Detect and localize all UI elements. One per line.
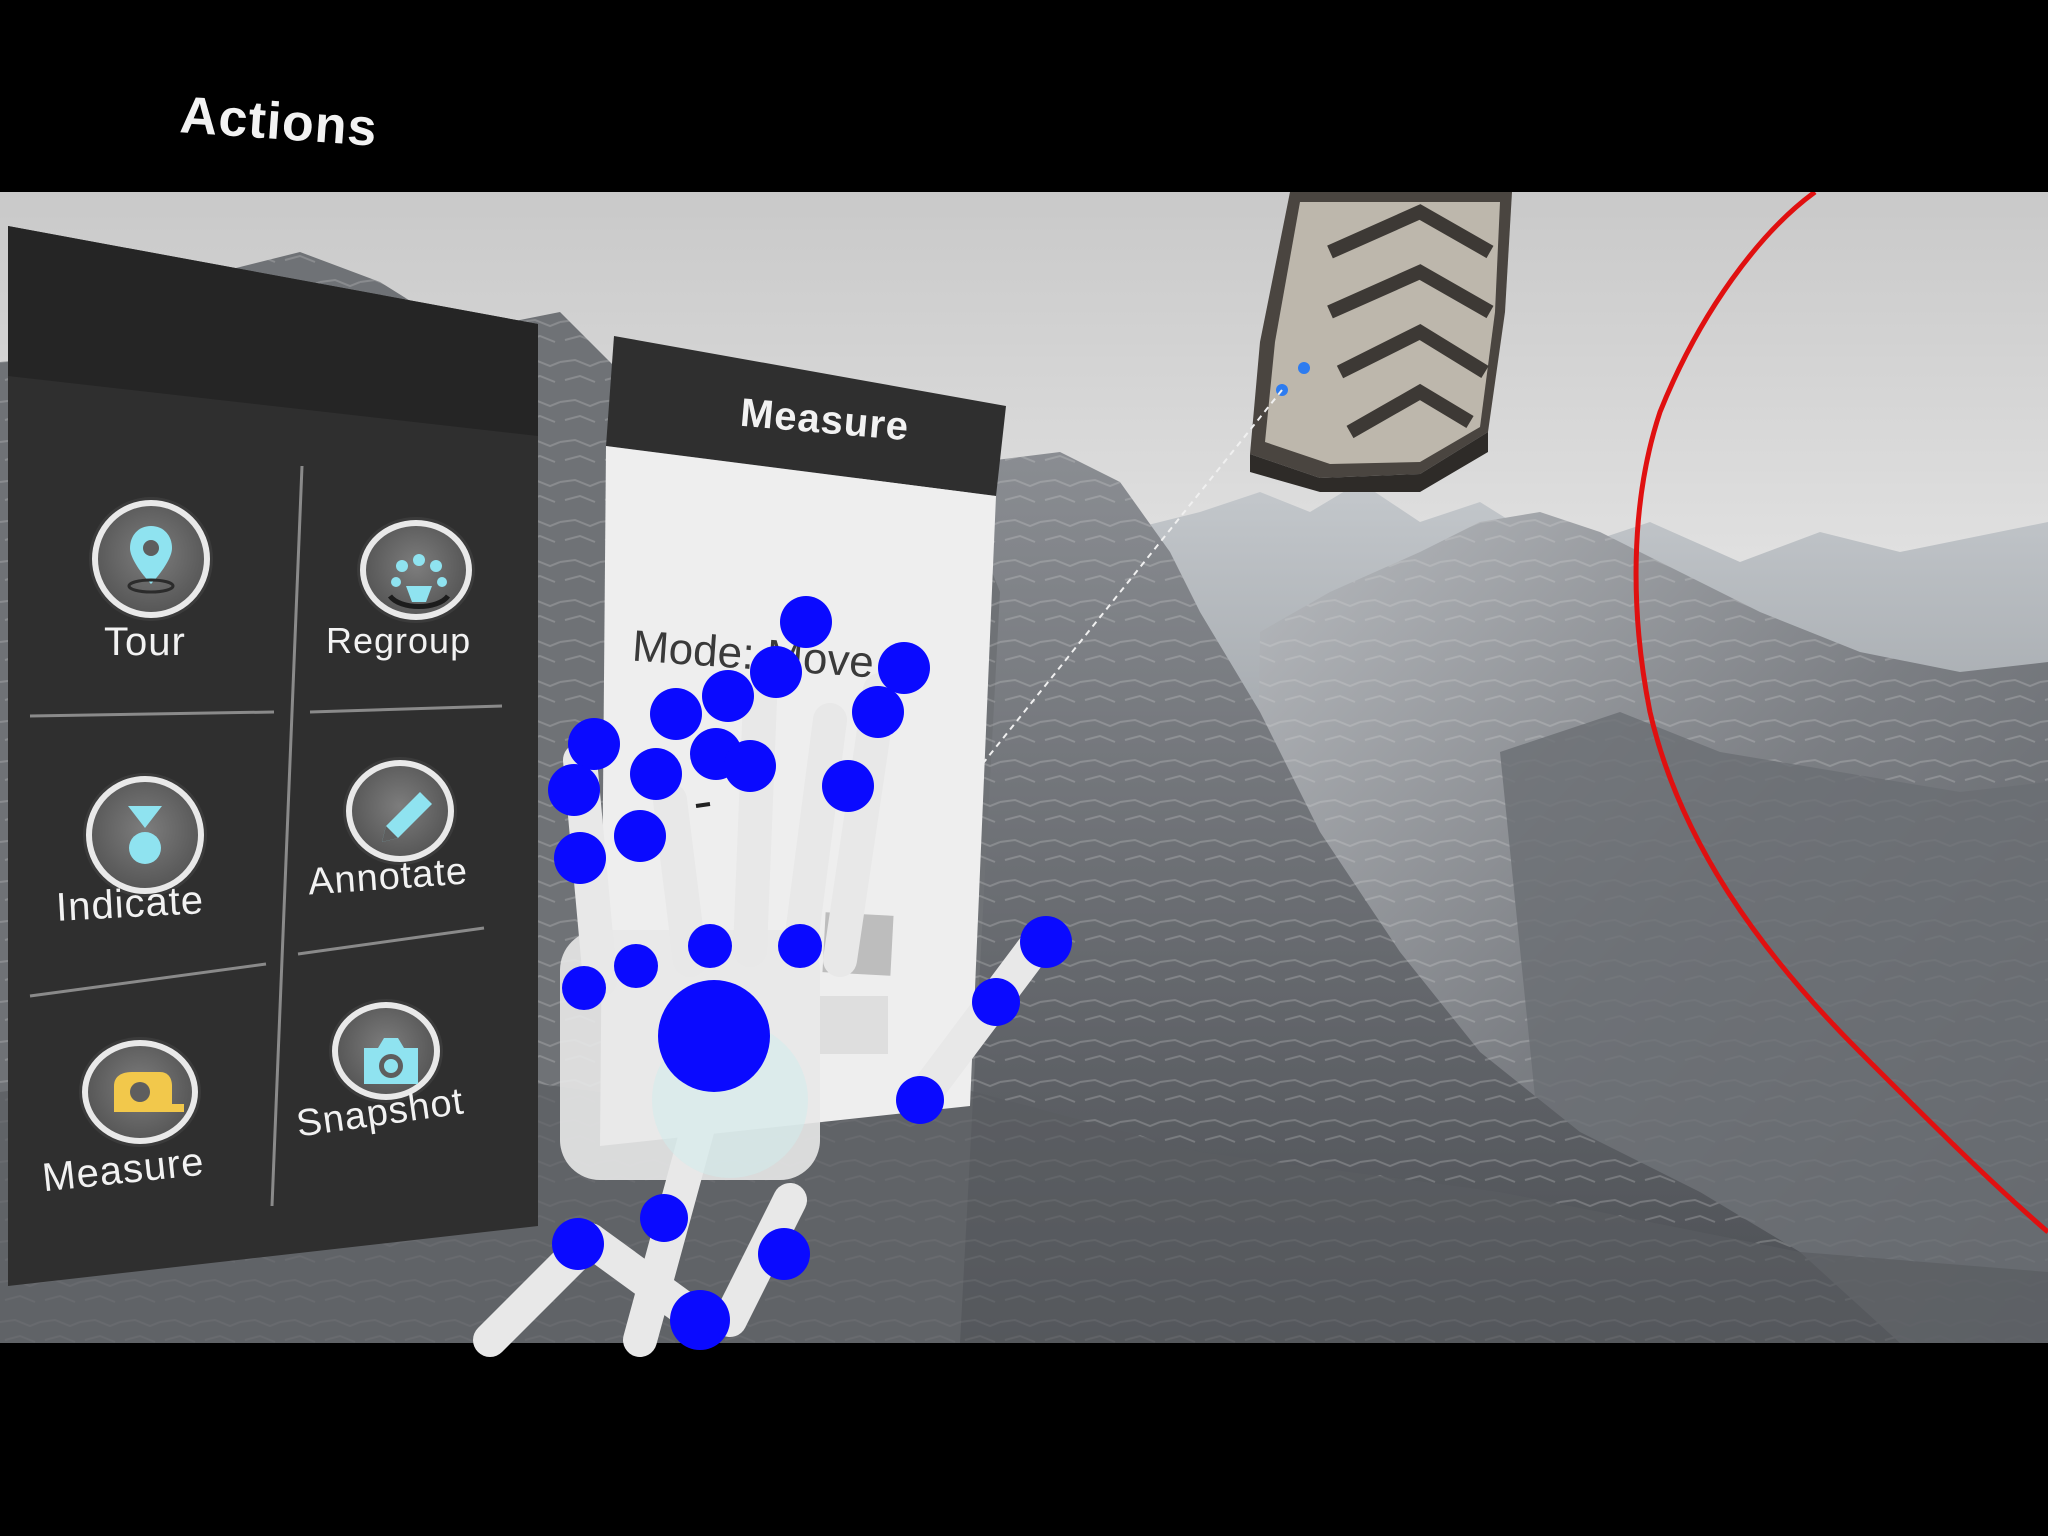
indicate-button[interactable]: Indicate <box>50 764 280 964</box>
tape-measure-icon <box>82 1040 198 1144</box>
pencil-icon <box>346 760 454 862</box>
regroup-button[interactable]: Regroup <box>326 492 570 692</box>
regroup-label: Regroup <box>326 620 472 661</box>
annotate-label: Annotate <box>306 850 470 904</box>
regroup-icon <box>360 520 472 620</box>
tour-button[interactable]: Tour <box>60 492 290 692</box>
tour-label: Tour <box>104 620 186 664</box>
measure-label: Measure <box>40 1139 207 1201</box>
measure-panel <box>600 336 1006 1146</box>
measure-option-button[interactable] <box>822 912 894 976</box>
map-pin-icon <box>92 500 210 618</box>
actions-panel-title: Actions <box>178 86 380 158</box>
snapshot-button[interactable]: Snapshot <box>294 1000 530 1200</box>
annotate-button[interactable]: Annotate <box>307 752 550 952</box>
indicate-icon <box>86 776 204 894</box>
measure-button[interactable]: Measure <box>40 1030 270 1230</box>
indicate-label: Indicate <box>54 878 206 930</box>
